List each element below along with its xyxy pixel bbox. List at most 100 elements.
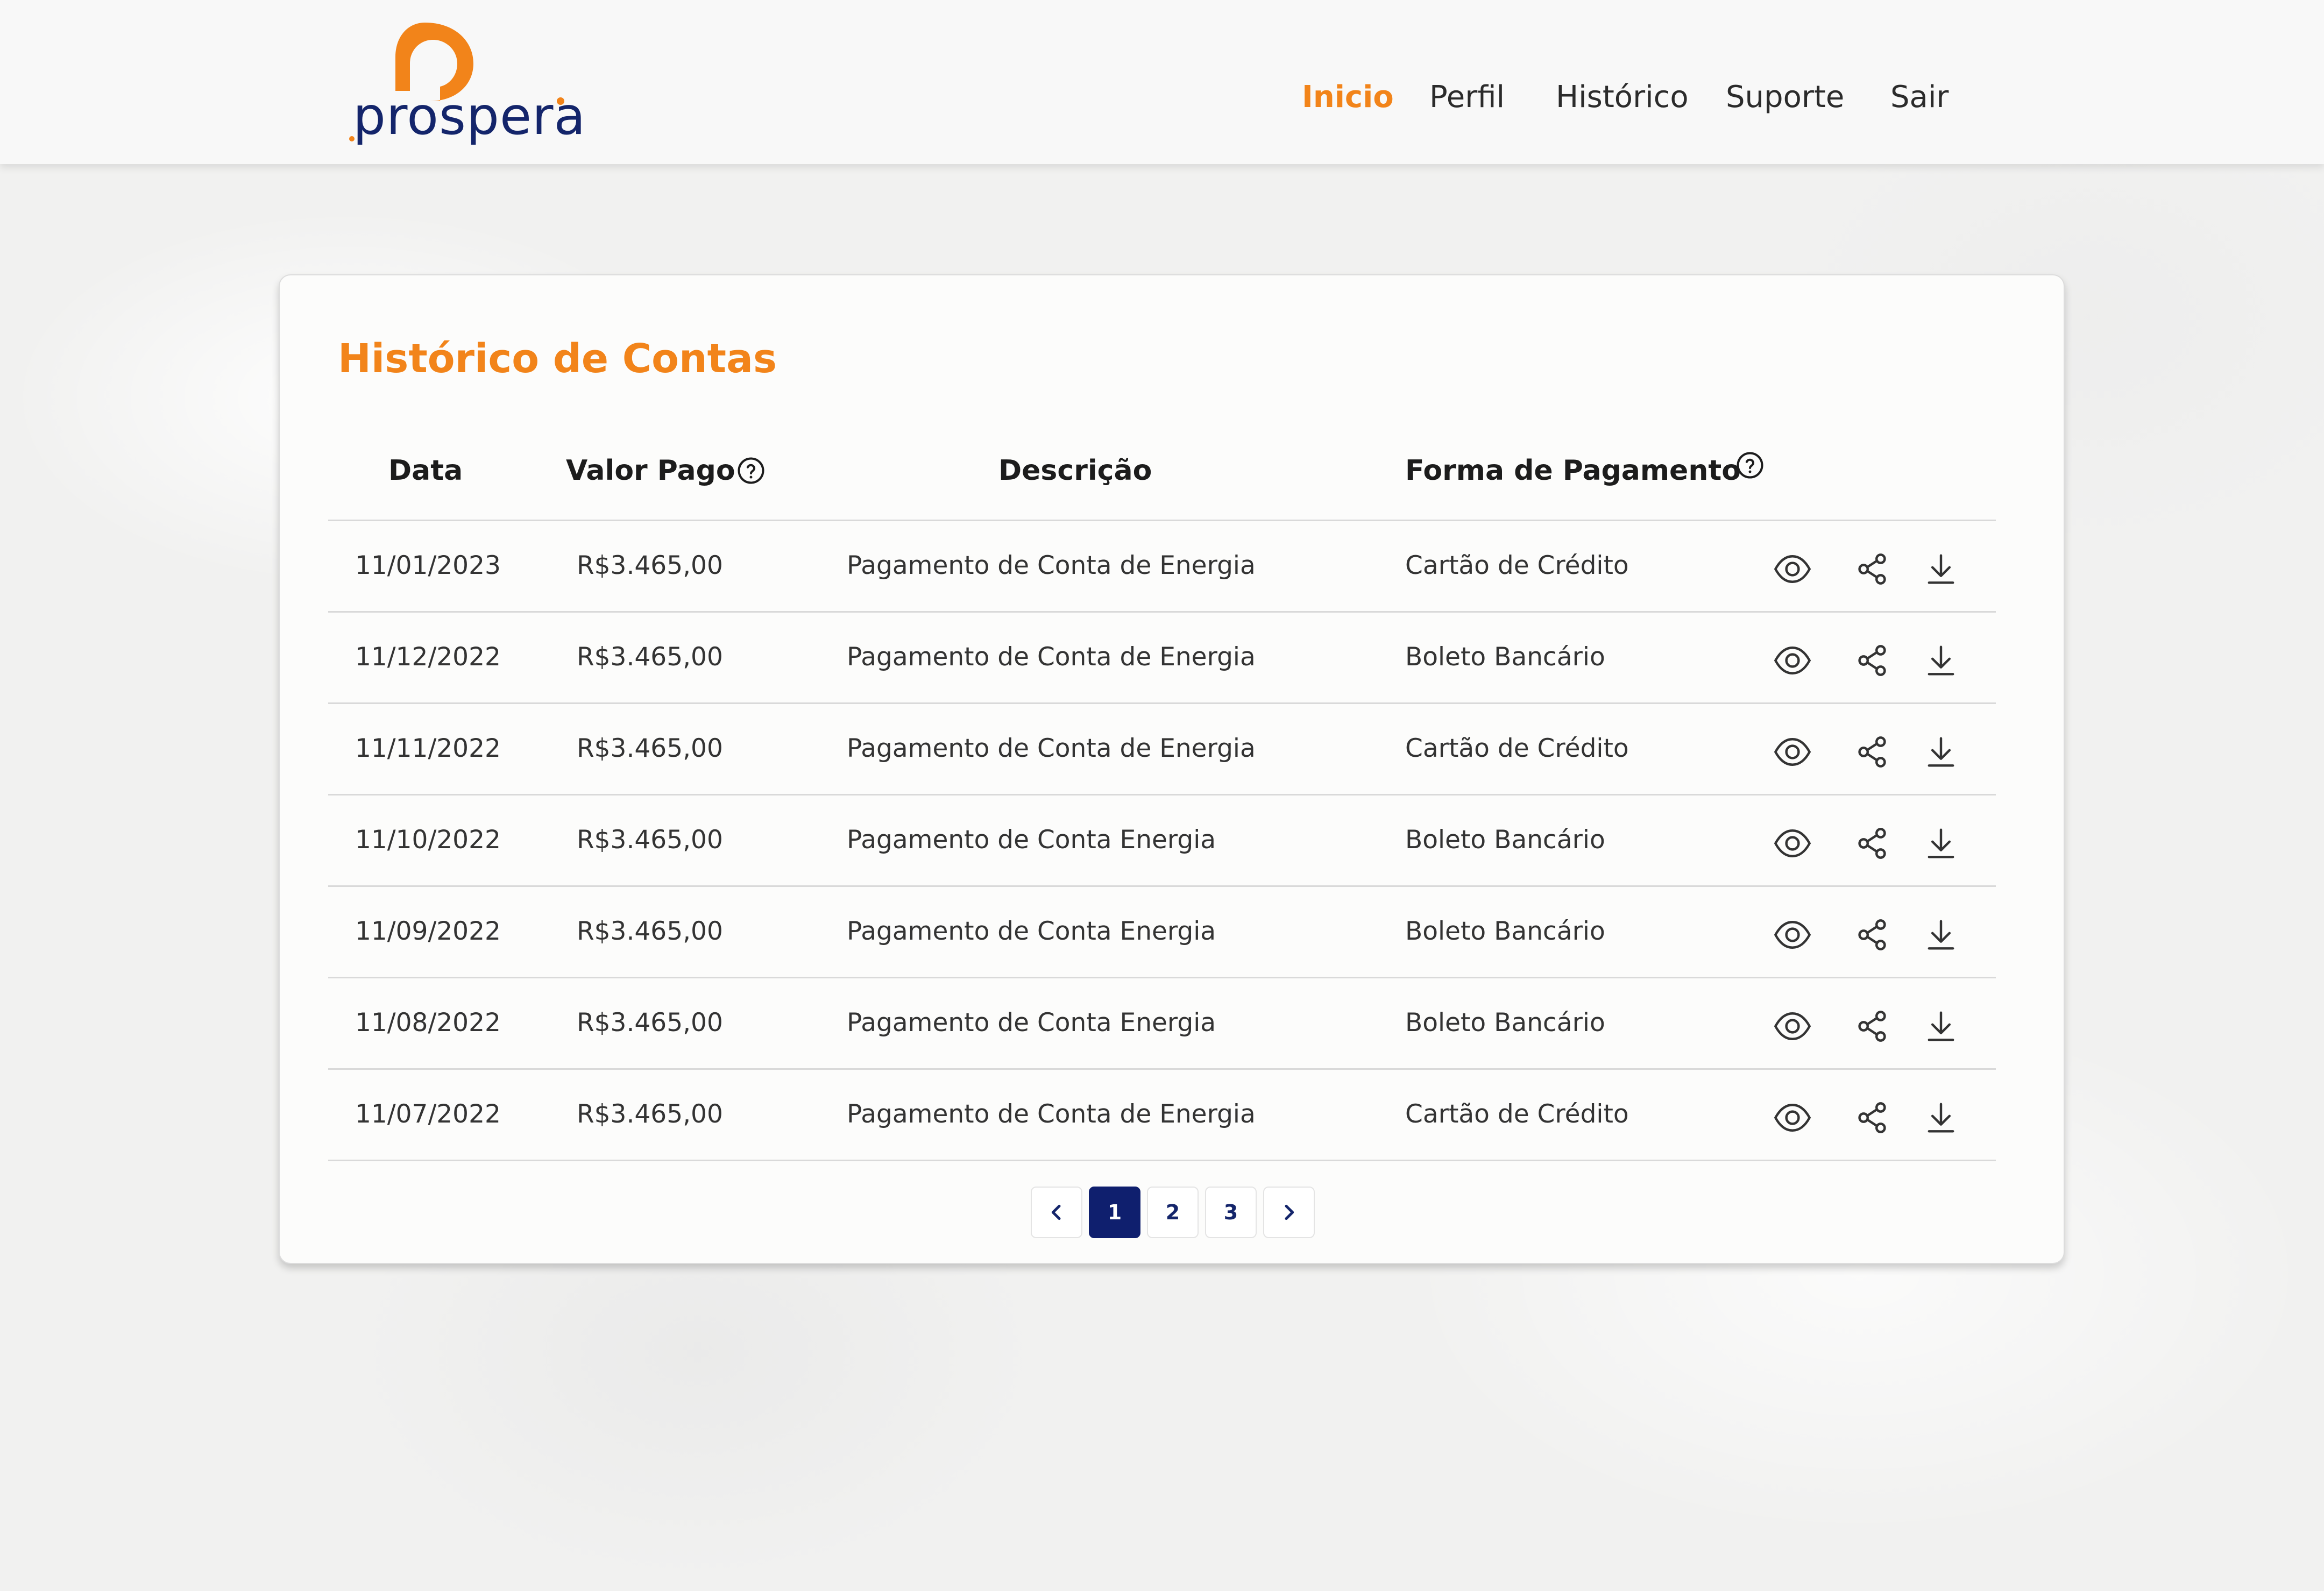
row-description: Pagamento de Conta Energia	[847, 825, 1216, 855]
download-button[interactable]	[1921, 823, 1961, 864]
download-button[interactable]	[1921, 549, 1961, 589]
row-description: Pagamento de Conta de Energia	[847, 1099, 1256, 1129]
share-button[interactable]	[1852, 823, 1893, 864]
share-button[interactable]	[1852, 1006, 1893, 1047]
row-divider	[328, 1160, 1996, 1161]
eye-icon	[1774, 647, 1811, 674]
row-description: Pagamento de Conta Energia	[847, 917, 1216, 946]
row-amount: R$3.465,00	[577, 551, 723, 580]
row-payment-method: Boleto Bancário	[1405, 917, 1605, 946]
share-icon	[1858, 736, 1886, 768]
share-icon	[1858, 553, 1886, 585]
view-button[interactable]	[1772, 1006, 1813, 1047]
row-description: Pagamento de Conta de Energia	[847, 551, 1256, 580]
view-button[interactable]	[1772, 823, 1813, 864]
download-icon	[1928, 828, 1954, 858]
row-description: Pagamento de Conta Energia	[847, 1008, 1216, 1038]
nav-inicio[interactable]: Inicio	[1302, 80, 1394, 115]
eye-icon	[1774, 1012, 1811, 1040]
share-button[interactable]	[1852, 1097, 1893, 1138]
download-icon	[1928, 737, 1954, 767]
prev-page-button[interactable]	[1031, 1187, 1082, 1238]
download-button[interactable]	[1921, 1097, 1961, 1138]
help-icon[interactable]	[736, 456, 766, 485]
row-payment-method: Boleto Bancário	[1405, 825, 1605, 855]
row-payment-method: Cartão de Crédito	[1405, 734, 1629, 763]
row-divider	[328, 885, 1996, 887]
history-card: Histórico de Contas Data Valor Pago Desc…	[279, 274, 2065, 1264]
view-button[interactable]	[1772, 1097, 1813, 1138]
page-button-2[interactable]: 2	[1147, 1187, 1199, 1238]
view-button[interactable]	[1772, 640, 1813, 681]
top-navbar: prospera Inicio Perfil Histórico Suporte…	[0, 0, 2324, 164]
chevron-right-icon	[1285, 1204, 1294, 1220]
row-date: 11/11/2022	[355, 734, 501, 763]
column-header-payment: Forma de Pagamento	[1405, 454, 1741, 487]
nav-suporte[interactable]: Suporte	[1726, 80, 1844, 115]
share-icon	[1858, 1102, 1886, 1133]
row-divider	[328, 794, 1996, 796]
row-payment-method: Boleto Bancário	[1405, 1008, 1605, 1038]
share-button[interactable]	[1852, 914, 1893, 955]
row-description: Pagamento de Conta de Energia	[847, 734, 1256, 763]
row-date: 11/08/2022	[355, 1008, 501, 1038]
download-icon	[1928, 920, 1954, 950]
row-divider	[328, 611, 1996, 613]
view-button[interactable]	[1772, 549, 1813, 589]
logo-wordmark: prospera	[353, 86, 586, 146]
header-divider	[328, 520, 1996, 521]
share-icon	[1858, 919, 1886, 950]
eye-icon	[1774, 829, 1811, 857]
help-icon[interactable]	[1735, 451, 1765, 480]
page-button-1[interactable]: 1	[1089, 1187, 1140, 1238]
row-payment-method: Cartão de Crédito	[1405, 1099, 1629, 1129]
row-date: 11/09/2022	[355, 917, 501, 946]
row-divider	[328, 1068, 1996, 1070]
download-icon	[1928, 645, 1954, 676]
row-date: 11/10/2022	[355, 825, 501, 855]
view-button[interactable]	[1772, 914, 1813, 955]
share-button[interactable]	[1852, 549, 1893, 589]
column-header-date: Data	[388, 454, 463, 487]
view-button[interactable]	[1772, 731, 1813, 772]
download-icon	[1928, 1103, 1954, 1133]
eye-icon	[1774, 555, 1811, 583]
download-button[interactable]	[1921, 914, 1961, 955]
row-description: Pagamento de Conta de Energia	[847, 642, 1256, 672]
download-icon	[1928, 554, 1954, 584]
page-button-3[interactable]: 3	[1205, 1187, 1257, 1238]
prospera-logo[interactable]: prospera	[344, 19, 585, 146]
row-amount: R$3.465,00	[577, 825, 723, 855]
download-button[interactable]	[1921, 1006, 1961, 1047]
next-page-button[interactable]	[1263, 1187, 1315, 1238]
share-icon	[1858, 1011, 1886, 1042]
download-button[interactable]	[1921, 731, 1961, 772]
download-icon	[1928, 1011, 1954, 1041]
row-date: 11/01/2023	[355, 551, 501, 580]
row-date: 11/12/2022	[355, 642, 501, 672]
row-amount: R$3.465,00	[577, 917, 723, 946]
share-icon	[1858, 645, 1886, 676]
row-divider	[328, 977, 1996, 978]
column-header-amount: Valor Pago	[566, 454, 735, 487]
share-button[interactable]	[1852, 731, 1893, 772]
row-divider	[328, 702, 1996, 704]
row-amount: R$3.465,00	[577, 1008, 723, 1038]
page-title: Histórico de Contas	[338, 336, 777, 382]
nav-sair[interactable]: Sair	[1890, 80, 1949, 115]
row-amount: R$3.465,00	[577, 642, 723, 672]
nav-historico[interactable]: Histórico	[1556, 80, 1689, 115]
row-payment-method: Cartão de Crédito	[1405, 551, 1629, 580]
row-date: 11/07/2022	[355, 1099, 501, 1129]
row-amount: R$3.465,00	[577, 1099, 723, 1129]
download-button[interactable]	[1921, 640, 1961, 681]
share-button[interactable]	[1852, 640, 1893, 681]
row-payment-method: Boleto Bancário	[1405, 642, 1605, 672]
row-amount: R$3.465,00	[577, 734, 723, 763]
eye-icon	[1774, 921, 1811, 949]
share-icon	[1858, 828, 1886, 859]
chevron-left-icon	[1051, 1204, 1061, 1220]
nav-perfil[interactable]: Perfil	[1429, 80, 1505, 115]
column-header-description: Descrição	[998, 454, 1152, 487]
eye-icon	[1774, 1104, 1811, 1132]
